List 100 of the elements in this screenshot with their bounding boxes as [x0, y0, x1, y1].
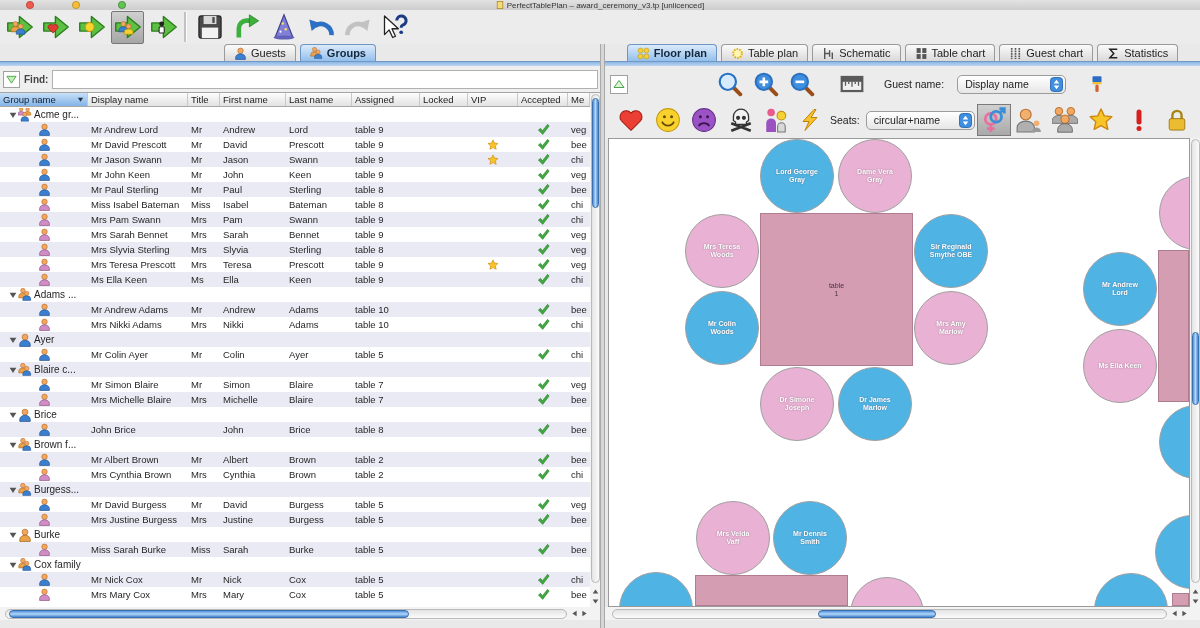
column-header[interactable]: Accepted	[518, 93, 568, 106]
scroll-left-icon[interactable]	[571, 610, 578, 617]
column-header[interactable]: Title	[188, 93, 220, 106]
table-cell: John Brice	[91, 424, 136, 435]
find-field[interactable]	[52, 69, 598, 89]
scroll-left-icon[interactable]	[1171, 610, 1178, 617]
scrollbar-thumb[interactable]	[592, 98, 599, 208]
table-cell: Mrs Michelle Blaire	[91, 394, 172, 405]
tab[interactable]: Statistics	[1097, 44, 1179, 62]
table-cell: veg	[571, 229, 587, 240]
table-cell: Mrs Slyvia Sterling	[91, 244, 170, 255]
magnifier-icon	[717, 71, 743, 97]
scrollbar[interactable]	[591, 94, 600, 583]
scroll-down-icon[interactable]	[591, 598, 599, 605]
couple-icon	[18, 557, 32, 572]
person-icon	[38, 273, 51, 286]
table-cell: table 10	[355, 319, 389, 330]
group-name: Brown f...	[34, 439, 77, 450]
toggle-button[interactable]	[3, 70, 20, 88]
scrollbar-thumb[interactable]	[9, 609, 409, 618]
document-icon	[495, 1, 504, 9]
group-name: Blaire c...	[34, 364, 76, 375]
scrollbar[interactable]	[1191, 139, 1200, 583]
scrollbar-thumb[interactable]	[1192, 332, 1199, 405]
column-header[interactable]: Display name	[88, 93, 188, 106]
table-cell: Prescott	[289, 139, 324, 150]
column-header[interactable]: Locked	[420, 93, 468, 106]
tab[interactable]: Groups	[299, 44, 376, 62]
column-header[interactable]: Assigned	[352, 93, 420, 106]
seat[interactable]	[619, 572, 693, 606]
table-cell: table 9	[355, 274, 384, 285]
scroll-right-icon[interactable]	[581, 610, 588, 617]
table-cell: Ella	[223, 274, 239, 285]
tab[interactable]: Floor plan	[626, 44, 717, 62]
table-cell: Burgess	[289, 514, 324, 525]
scrollbar[interactable]	[612, 608, 1167, 619]
table-cell: table 9	[355, 124, 384, 135]
table-cell: Mr Colin Ayer	[91, 349, 148, 360]
table-cell: veg	[571, 124, 587, 135]
table-cell: Brice	[289, 424, 311, 435]
disclosure-triangle-icon[interactable]	[9, 440, 17, 449]
maximize-button[interactable]	[118, 1, 126, 9]
table-cell: Mr	[191, 499, 203, 510]
stepper-icon	[958, 112, 972, 128]
collapse-button[interactable]	[610, 74, 628, 94]
table-cell: veg	[571, 379, 587, 390]
tab[interactable]: Table plan	[721, 44, 809, 62]
close-button[interactable]	[26, 1, 34, 9]
scroll-right-icon[interactable]	[1181, 610, 1188, 617]
scrollbar[interactable]	[5, 608, 567, 619]
group-name: Burgess...	[34, 484, 80, 495]
person-icon	[38, 123, 51, 136]
people-icon	[309, 46, 323, 60]
disclosure-triangle-icon[interactable]	[9, 110, 17, 119]
table-cell: Paul	[223, 184, 242, 195]
column-header[interactable]: Last name	[286, 93, 352, 106]
disclosure-triangle-icon[interactable]	[9, 560, 17, 569]
scroll-up-icon[interactable]	[591, 588, 599, 595]
disclosure-triangle-icon[interactable]	[9, 410, 17, 419]
bars-icon	[822, 46, 836, 60]
disclosure-triangle-icon[interactable]	[9, 485, 17, 494]
tab[interactable]: Guest chart	[999, 44, 1094, 62]
disclosure-triangle-icon[interactable]	[9, 365, 17, 374]
table-cell: Mr	[191, 169, 203, 180]
column-header[interactable]: VIP	[468, 93, 518, 106]
tab[interactable]: Table chart	[904, 44, 996, 62]
dropdown[interactable]: circular+name	[865, 110, 975, 130]
table-cell: veg	[571, 499, 587, 510]
table-cell: Teresa	[223, 259, 252, 270]
dropdown[interactable]: Display name	[957, 74, 1067, 94]
seat[interactable]	[1159, 405, 1189, 479]
person-icon	[38, 573, 51, 586]
table-cell: Mary	[223, 589, 245, 600]
table-cell: Lord	[289, 124, 308, 135]
tab[interactable]: Guests	[224, 44, 296, 62]
table-cell: Mr	[191, 574, 203, 585]
table-cell: bee	[571, 394, 587, 405]
disclosure-triangle-icon[interactable]	[9, 530, 17, 539]
table-cell: bee	[571, 589, 587, 600]
table-cell: table 5	[355, 589, 384, 600]
table-cell: Isabel	[223, 199, 249, 210]
column-header[interactable]: First name	[220, 93, 286, 106]
table-cell: Mr Andrew Adams	[91, 304, 169, 315]
table-cell: Mr Andrew Lord	[91, 124, 159, 135]
table-cell: table 8	[355, 199, 384, 210]
disclosure-triangle-icon[interactable]	[9, 335, 17, 344]
disclosure-triangle-icon[interactable]	[9, 290, 17, 299]
scrollbar-thumb[interactable]	[818, 609, 936, 618]
star-icon	[1087, 107, 1114, 133]
column-header[interactable]: Group name	[0, 93, 88, 106]
scroll-down-icon[interactable]	[1191, 598, 1199, 605]
table-cell: Jason	[223, 154, 249, 165]
tab[interactable]: Schematic	[812, 44, 901, 62]
group-name: Burke	[34, 529, 61, 540]
table-cell: bee	[571, 514, 587, 525]
table-cell: Mr	[191, 124, 203, 135]
table-cell: Burke	[289, 544, 314, 555]
scroll-up-icon[interactable]	[1191, 588, 1199, 595]
table-cell: Andrew	[223, 124, 256, 135]
table-cell: table 7	[355, 379, 384, 390]
